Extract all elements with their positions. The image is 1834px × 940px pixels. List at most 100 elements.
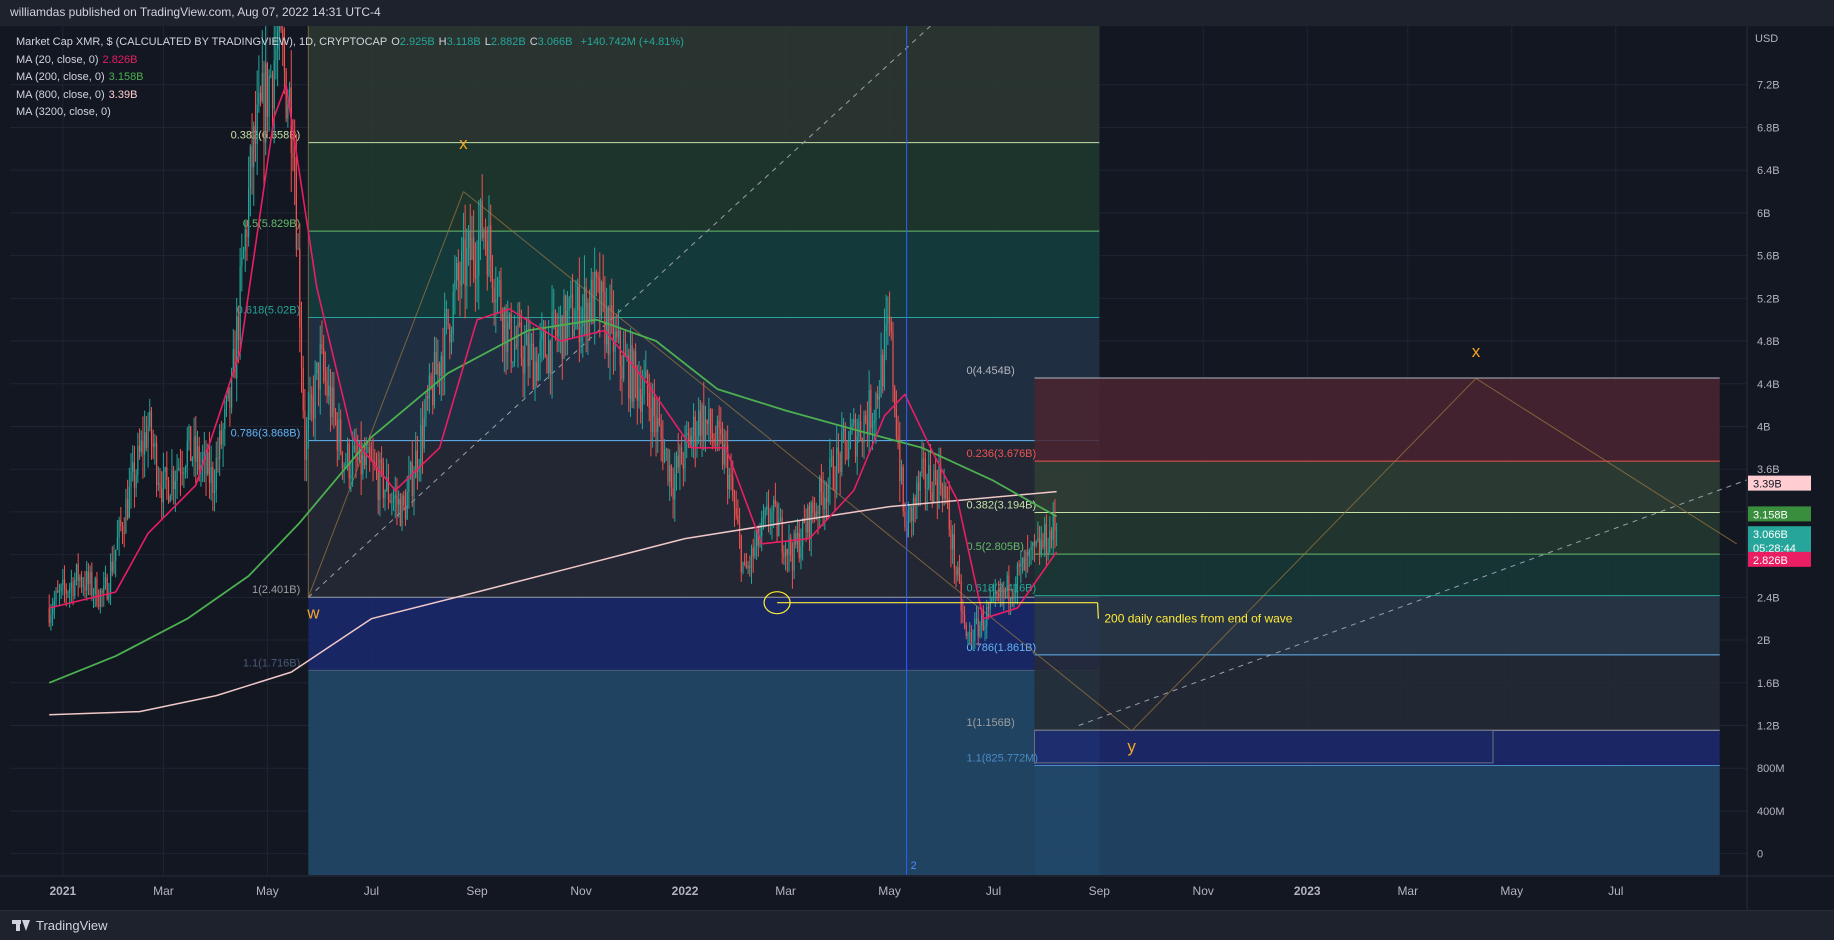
candle-body — [118, 520, 120, 538]
candle-body — [300, 327, 303, 369]
candle-body — [86, 571, 88, 591]
candle-body — [140, 440, 142, 452]
candle-body — [67, 592, 69, 594]
price-tick-label: 4B — [1757, 421, 1770, 433]
price-tick-label: 400M — [1757, 806, 1785, 818]
candle-body — [1028, 550, 1030, 556]
candle-body — [926, 488, 928, 490]
candle-body — [302, 368, 304, 411]
candle-body — [423, 417, 425, 449]
ma-row[interactable]: MA (3200, close, 0) — [16, 104, 688, 122]
chart-legend: Market Cap XMR, $ (CALCULATED BY TRADING… — [16, 34, 688, 122]
candle-body — [698, 410, 700, 436]
candle-body — [928, 465, 930, 489]
tradingview-brand[interactable]: TradingView — [12, 918, 108, 933]
price-scale-unit: USD — [1755, 33, 1778, 45]
candle-body — [154, 442, 156, 447]
candle-body — [713, 438, 715, 445]
fib-level-label: 1.1(825.772M) — [966, 752, 1038, 764]
candle-body — [198, 446, 200, 470]
candle-body — [1018, 564, 1020, 567]
candle-body — [962, 611, 964, 615]
ma-row[interactable]: MA (800, close, 0) 3.39B — [16, 87, 688, 105]
candle-body — [795, 533, 797, 545]
candle-body — [183, 472, 185, 474]
candle-body — [604, 292, 606, 345]
candle-body — [585, 286, 587, 336]
candle-body — [123, 532, 125, 534]
candle-body — [224, 408, 226, 429]
candle-body — [398, 498, 400, 505]
tradingview-logo-icon — [12, 920, 30, 931]
candle-body — [798, 532, 800, 559]
candle-body — [877, 393, 879, 400]
candle-body — [503, 307, 505, 342]
candle-body — [771, 511, 773, 522]
candle-body — [813, 513, 816, 517]
candle-body — [164, 467, 166, 473]
fib-zone — [1034, 654, 1720, 731]
candle-body — [946, 498, 949, 501]
price-marker-text: 3.39B — [1753, 479, 1782, 491]
candle-body — [74, 579, 76, 597]
candle-body — [52, 609, 54, 615]
candle-body — [1021, 557, 1024, 564]
candle-body — [679, 447, 681, 468]
candle-body — [392, 498, 395, 502]
candle-body — [704, 419, 707, 440]
candle-body — [827, 484, 829, 503]
candle-body — [573, 329, 575, 336]
candle-body — [517, 322, 519, 346]
ohlc-value: 3.066B — [537, 36, 573, 48]
candle-body — [866, 421, 869, 434]
candle-body — [779, 517, 782, 521]
candle-body — [706, 419, 708, 424]
candle-body — [571, 294, 574, 336]
time-tick-label: Mar — [153, 884, 174, 898]
candle-body — [70, 581, 72, 588]
candle-body — [883, 331, 886, 387]
candle-body — [783, 552, 785, 558]
annotation-text: 200 daily candles from end of wave — [1104, 612, 1292, 626]
candle-body — [147, 426, 149, 448]
candle-body — [948, 500, 950, 530]
fib-zone — [1034, 554, 1720, 596]
candle-body — [711, 432, 713, 439]
candle-body — [699, 410, 701, 436]
symbol-name: Market Cap XMR, $ (CALCULATED BY TRADING… — [16, 36, 388, 48]
candle-body — [701, 405, 703, 436]
candle-body — [708, 409, 710, 424]
candle-body — [127, 499, 129, 518]
ma-row[interactable]: MA (20, close, 0) 2.826B — [16, 52, 688, 70]
candle-body — [323, 348, 325, 373]
ma-row[interactable]: MA (200, close, 0) 3.158B — [16, 69, 688, 87]
candle-body — [379, 459, 381, 500]
wave-label: x — [459, 134, 468, 153]
candle-body — [549, 340, 551, 374]
candle-body — [653, 397, 655, 416]
candle-body — [725, 444, 727, 446]
ohlc-values: O2.925B H3.118B L2.882B C3.066B — [391, 36, 576, 48]
price-chart[interactable]: 0.382(6.658B)0.5(5.829B)0.618(5.02B)0.78… — [0, 26, 1834, 910]
price-tick-label: 2.4B — [1757, 592, 1780, 604]
candle-body — [425, 396, 427, 418]
candle-body — [752, 547, 754, 557]
time-tick-label: May — [1500, 884, 1523, 898]
candle-body — [1032, 542, 1034, 547]
candle-body — [493, 288, 495, 303]
candle-body — [936, 478, 938, 501]
candle-body — [730, 474, 732, 478]
candle-body — [987, 607, 990, 609]
symbol-row: Market Cap XMR, $ (CALCULATED BY TRADING… — [16, 34, 688, 52]
candle-body — [820, 477, 822, 492]
ohlc-key: C — [529, 36, 538, 48]
candle-body — [176, 469, 178, 482]
candle-body — [629, 345, 632, 399]
fib-zone — [1034, 461, 1720, 513]
fib-zone — [1034, 765, 1720, 875]
candle-body — [196, 446, 199, 462]
candle-body — [718, 420, 720, 429]
candle-body — [805, 523, 807, 533]
candle-body — [341, 452, 343, 469]
candle-body — [473, 237, 475, 263]
